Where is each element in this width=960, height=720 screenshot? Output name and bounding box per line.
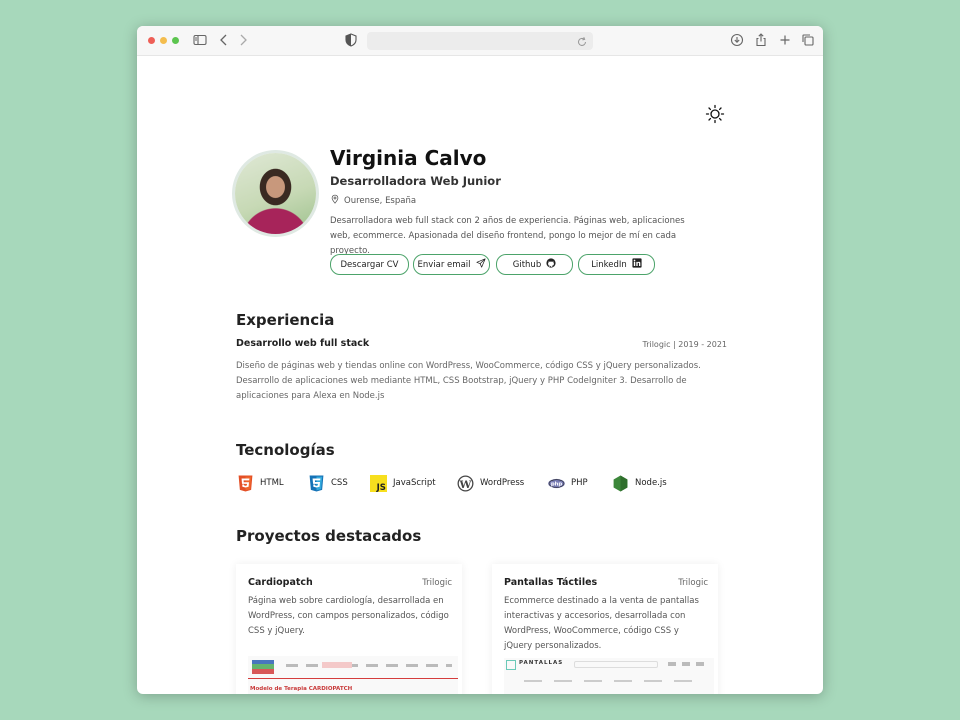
tech-label-html: HTML [260,478,284,488]
send-email-label: Enviar email [417,259,471,270]
site-heading: Modelo de Terapia CARDIOPATCH [250,686,353,692]
send-email-button[interactable]: Enviar email [413,254,490,275]
project-title: Pantallas Táctiles [504,577,598,588]
github-icon [546,258,556,271]
back-arrow-icon[interactable] [216,32,232,48]
reload-icon[interactable] [575,34,589,48]
close-window-button[interactable] [148,37,155,44]
project-card-cardiopatch[interactable]: Cardiopatch Trilogic Página web sobre ca… [236,564,462,694]
tech-item-css: CSS [308,474,348,492]
page-content: Virginia Calvo Desarrolladora Web Junior… [137,56,823,694]
github-label: Github [512,259,542,270]
nodejs-icon [612,475,629,492]
linkedin-button[interactable]: LinkedIn [578,254,655,275]
tech-label-php: PHP [571,478,588,488]
tech-label-nodejs: Node.js [635,478,667,488]
github-button[interactable]: Github [496,254,573,275]
project-card-pantallas[interactable]: Pantallas Táctiles Trilogic Ecommerce de… [492,564,718,694]
projects-heading: Proyectos destacados [236,527,422,545]
tab-overview-icon[interactable] [800,32,816,48]
linkedin-icon [632,258,642,271]
profile-name: Virginia Calvo [330,146,487,170]
svg-text:php: php [551,481,563,487]
project-description: Ecommerce destinado a la venta de pantal… [504,596,699,651]
site-divider [248,678,458,679]
site-header-links [668,662,708,666]
zoom-window-button[interactable] [172,37,179,44]
profile-bio: Desarrolladora web full stack con 2 años… [330,216,685,256]
site-search [574,661,658,668]
new-tab-icon[interactable] [777,32,793,48]
location-pin-icon [330,194,340,207]
privacy-shield-icon[interactable] [343,32,359,48]
css3-icon [308,475,325,492]
tech-item-javascript: JS JavaScript [370,474,436,492]
tech-label-wordpress: WordPress [480,478,525,488]
site-nav [286,664,452,667]
browser-toolbar [137,26,823,56]
sidebar-icon[interactable] [192,32,208,48]
forward-arrow-icon[interactable] [235,32,251,48]
experience-heading: Experiencia [236,311,335,329]
linkedin-label: LinkedIn [591,259,627,270]
share-icon[interactable] [753,32,769,48]
html5-icon [237,475,254,492]
javascript-icon: JS [370,474,387,492]
project-screenshot: PANTALLAS [504,658,714,694]
address-bar[interactable] [367,32,593,50]
tech-item-wordpress: W WordPress [457,474,524,492]
svg-text:W: W [459,477,473,490]
tech-label-css: CSS [331,478,348,488]
job-description: Diseño de páginas web y tiendas online c… [236,361,701,401]
site-nav [524,680,704,682]
minimize-window-button[interactable] [160,37,167,44]
tech-item-php: php PHP [548,474,588,492]
download-cv-button[interactable]: Descargar CV [330,254,409,275]
profile-photo [235,153,316,234]
sun-icon[interactable] [705,104,725,124]
profile-role: Desarrolladora Web Junior [330,174,501,188]
site-logo [506,660,516,670]
project-title: Cardiopatch [248,577,313,588]
php-icon: php [548,475,565,492]
paper-plane-icon [475,258,486,271]
technologies-heading: Tecnologías [236,441,335,459]
browser-window: Virginia Calvo Desarrolladora Web Junior… [137,26,823,694]
site-logo [252,660,274,674]
project-company: Trilogic [678,578,708,588]
job-title: Desarrollo web full stack [236,338,370,349]
site-logo-text: PANTALLAS [519,660,564,666]
tech-label-javascript: JavaScript [393,478,436,488]
project-description: Página web sobre cardiología, desarrolla… [248,596,449,636]
site-nav-active [322,662,352,668]
location-text: Ourense, España [344,195,417,206]
download-icon[interactable] [729,32,745,48]
download-cv-label: Descargar CV [340,259,399,270]
tech-item-nodejs: Node.js [612,474,667,492]
project-screenshot: Modelo de Terapia CARDIOPATCH [248,656,458,694]
wordpress-icon: W [457,475,474,492]
job-meta: Trilogic | 2019 - 2021 [642,340,727,349]
project-company: Trilogic [422,578,452,588]
profile-location: Ourense, España [330,194,416,207]
svg-text:JS: JS [376,482,386,491]
tech-item-html: HTML [237,474,284,492]
